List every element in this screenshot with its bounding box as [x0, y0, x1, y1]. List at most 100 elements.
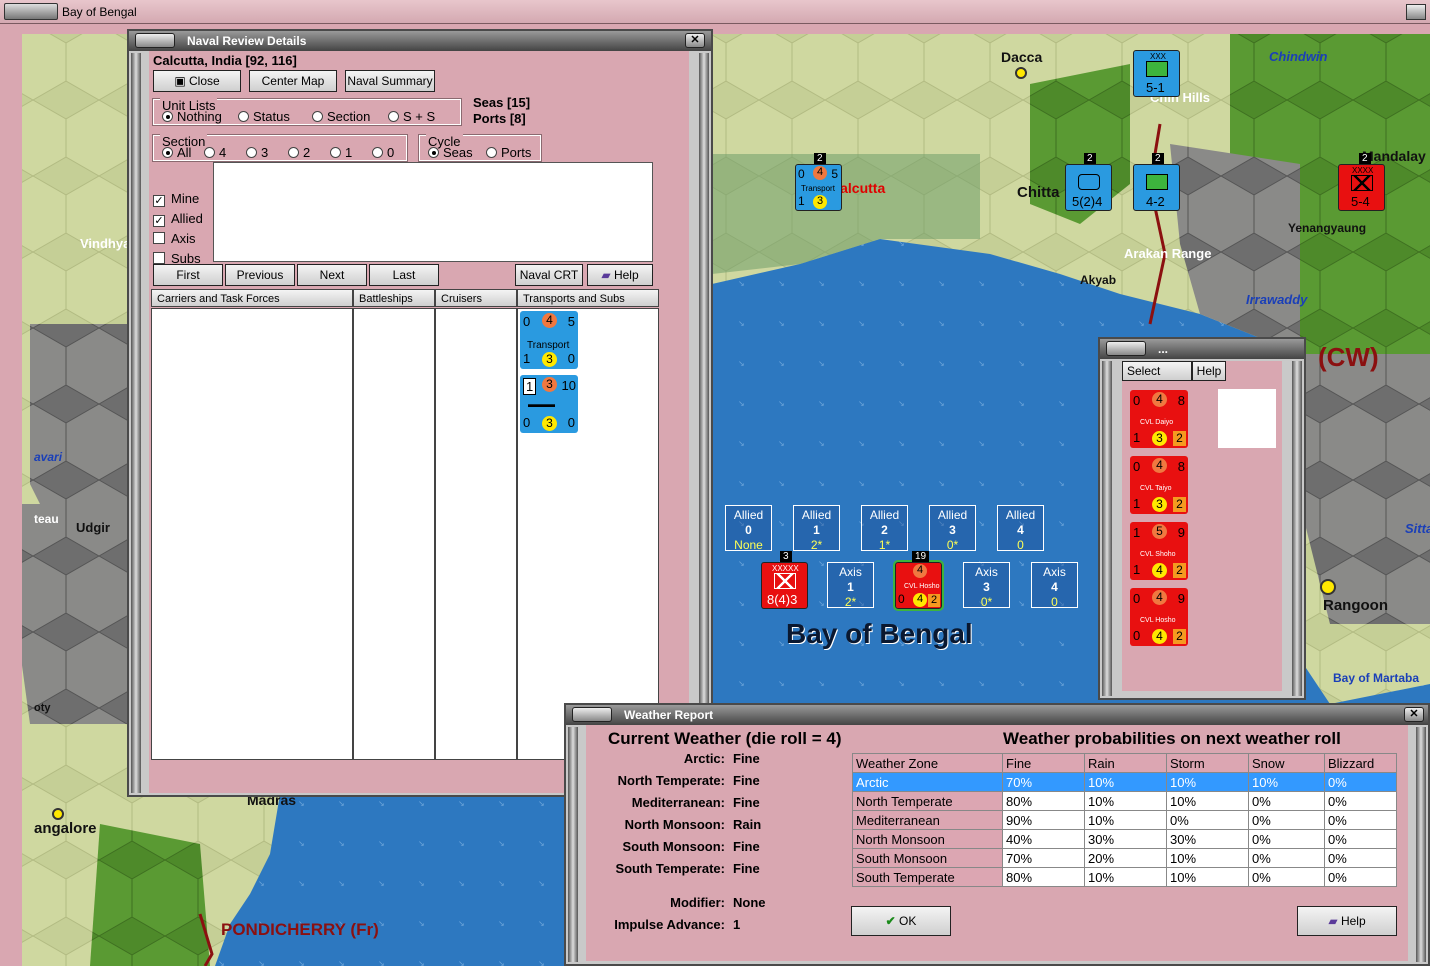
weather-table-row[interactable]: South Monsoon 70% 20% 10% 0% 0%	[852, 848, 1397, 868]
radio-section-all[interactable]: All	[162, 145, 191, 160]
select-unit-counter[interactable]: 0 4 8 CVL Daiyo 1 3 2	[1130, 390, 1188, 448]
selection-highlight	[1218, 389, 1276, 448]
close-icon[interactable]: ✕	[1404, 707, 1424, 722]
unit-counter-chittagong-1[interactable]: 2 5(2)4	[1065, 153, 1112, 211]
radio-cycle-ports[interactable]: Ports	[486, 145, 531, 160]
checkbox-axis[interactable]: Axis	[153, 231, 196, 246]
help-button[interactable]: ▰ Help	[587, 264, 653, 286]
center-map-button[interactable]: Center Map	[249, 70, 337, 92]
sea-box-axis-2-counter[interactable]: 19 4 CVL Hosho 0 4 2	[893, 551, 944, 611]
sea-box-axis-0-counter[interactable]: 3 XXXXX 8(4)3	[761, 551, 808, 609]
weather-prob-cell: 0%	[1166, 810, 1249, 830]
radio-section-3[interactable]: 3	[246, 145, 268, 160]
close-icon[interactable]	[1406, 4, 1426, 20]
weather-table-row[interactable]: South Temperate 80% 10% 10% 0% 0%	[852, 867, 1397, 887]
checkbox-allied[interactable]: ✓ Allied	[153, 211, 203, 227]
counter-value: 0	[1133, 459, 1141, 474]
counter-value: 2	[1173, 497, 1186, 512]
weather-prob-cell: 40%	[1002, 829, 1085, 849]
select-unit-counter[interactable]: 0 4 8 CVL Taiyo 1 3 2	[1130, 456, 1188, 514]
city-bangalore[interactable]	[52, 808, 64, 820]
counter-value: 0	[1133, 628, 1141, 643]
weather-prob-cell: 0%	[1324, 829, 1397, 849]
sea-box-axis-1[interactable]: Axis 1 2*	[827, 562, 874, 609]
radio-cycle-seas[interactable]: Seas	[428, 145, 473, 160]
sea-box-axis-4[interactable]: Axis 4 0	[1031, 562, 1078, 609]
unit-list-box[interactable]	[213, 162, 653, 262]
city-rangoon[interactable]	[1320, 579, 1336, 595]
sea-box-allied-1[interactable]: Allied 1 2*	[793, 505, 840, 552]
city-dacca[interactable]	[1015, 67, 1027, 79]
column-cruisers[interactable]	[435, 308, 517, 760]
window-menu-grip[interactable]	[4, 3, 58, 20]
column-header-transports[interactable]: Transports and Subs	[517, 289, 659, 307]
weather-table-header-cell: Storm	[1166, 753, 1249, 773]
checkbox-checked-icon: ✓	[153, 215, 165, 227]
weather-table-row[interactable]: Mediterranean 90% 10% 0% 0% 0%	[852, 810, 1397, 830]
radio-s-plus-s[interactable]: S + S	[388, 109, 435, 124]
window-menu-grip[interactable]	[135, 33, 175, 48]
naval-review-title-bar: Naval Review Details ✕	[129, 31, 711, 51]
window-menu-grip[interactable]	[572, 707, 612, 722]
unit-counter-chindwin-army[interactable]: XXX 5-1	[1133, 50, 1180, 97]
checkbox-mine[interactable]: ✓ Mine	[153, 191, 199, 207]
naval-crt-button[interactable]: Naval CRT	[515, 264, 583, 286]
column-battleships[interactable]	[353, 308, 435, 760]
map-label-chindwin: Chindwin	[1269, 49, 1328, 64]
naval-review-body: Calcutta, India [92, 116] ▣ Close Center…	[149, 51, 689, 793]
convoy-unit-counter[interactable]: 1 3 10 ▬▬▬ 0 3 0	[520, 375, 578, 433]
counter-value: 1	[1133, 430, 1141, 445]
column-carriers[interactable]	[151, 308, 353, 760]
close-button[interactable]: ▣ Close	[153, 70, 241, 92]
column-header-carriers[interactable]: Carriers and Task Forces	[151, 289, 353, 307]
unit-counter-chittagong-2[interactable]: 2 4-2	[1133, 153, 1180, 211]
sea-box-allied-2[interactable]: Allied 2 1*	[861, 505, 908, 552]
weather-table-row[interactable]: North Monsoon 40% 30% 30% 0% 0%	[852, 829, 1397, 849]
sea-box-allied-4[interactable]: Allied 4 0	[997, 505, 1044, 552]
radio-status[interactable]: Status	[238, 109, 290, 124]
counter-value: 9	[1177, 525, 1185, 540]
radio-nothing[interactable]: Nothing	[162, 109, 222, 124]
weather-zone-cell: North Temperate	[852, 791, 1003, 811]
previous-button[interactable]: Previous	[225, 264, 295, 286]
counter-value: CVL Taiyo	[1140, 485, 1172, 492]
ports-count: Ports [8]	[473, 111, 526, 126]
select-unit-counter[interactable]: 1 5 9 CVL Shoho 1 4 2	[1130, 522, 1188, 580]
weather-zone-cell: South Temperate	[852, 867, 1003, 887]
radio-section-2[interactable]: 2	[288, 145, 310, 160]
unit-counter-mandalay-army[interactable]: 2 XXXX 5-4	[1338, 153, 1385, 211]
ok-button[interactable]: ✔ OK	[851, 906, 951, 936]
column-header-cruisers[interactable]: Cruisers	[435, 289, 517, 307]
last-button[interactable]: Last	[369, 264, 439, 286]
column-transports[interactable]: 0 4 5 Transport 1 3 0 1 3 10 ▬▬▬ 0 3 0	[517, 308, 659, 760]
naval-summary-button[interactable]: Naval Summary	[345, 70, 435, 92]
radio-section-1[interactable]: 1	[330, 145, 352, 160]
radio-section[interactable]: Section	[312, 109, 370, 124]
sea-box-axis-3[interactable]: Axis 3 0*	[963, 562, 1010, 609]
next-button[interactable]: Next	[297, 264, 367, 286]
window-menu-grip[interactable]	[1106, 341, 1146, 356]
counter-value: 1	[1133, 525, 1141, 540]
sea-box-allied-3[interactable]: Allied 3 0*	[929, 505, 976, 552]
sea-box-allied-0[interactable]: Allied 0 None	[725, 505, 772, 552]
armor-symbol-icon	[1146, 174, 1168, 190]
column-header-battleships[interactable]: Battleships	[353, 289, 435, 307]
weather-table-row[interactable]: Arctic 70% 10% 10% 10% 0%	[852, 772, 1397, 792]
close-icon[interactable]: ✕	[685, 33, 705, 48]
radio-button-icon	[330, 147, 341, 158]
select-window-title-bar: ...	[1100, 339, 1304, 359]
radio-section-0[interactable]: 0	[372, 145, 394, 160]
section-group: Section All 4 3 2 1 0	[152, 134, 408, 162]
radio-section-4[interactable]: 4	[204, 145, 226, 160]
weather-prob-cell: 10%	[1084, 772, 1167, 792]
weather-table-row[interactable]: North Temperate 80% 10% 10% 0% 0%	[852, 791, 1397, 811]
select-help-button[interactable]: Help	[1192, 361, 1226, 381]
select-button[interactable]: Select	[1122, 361, 1192, 381]
first-button[interactable]: First	[153, 264, 223, 286]
unit-counter-calcutta-transport[interactable]: 2 0 4 5 Transport 1 3	[795, 153, 842, 211]
transport-unit-counter[interactable]: 0 4 5 Transport 1 3 0	[520, 311, 578, 369]
select-unit-counter[interactable]: 0 4 9 CVL Hosho 0 4 2	[1130, 588, 1188, 646]
infantry-symbol-icon	[1351, 175, 1373, 191]
weather-help-button[interactable]: ▰ Help	[1297, 906, 1397, 936]
weather-prob-cell: 20%	[1084, 848, 1167, 868]
